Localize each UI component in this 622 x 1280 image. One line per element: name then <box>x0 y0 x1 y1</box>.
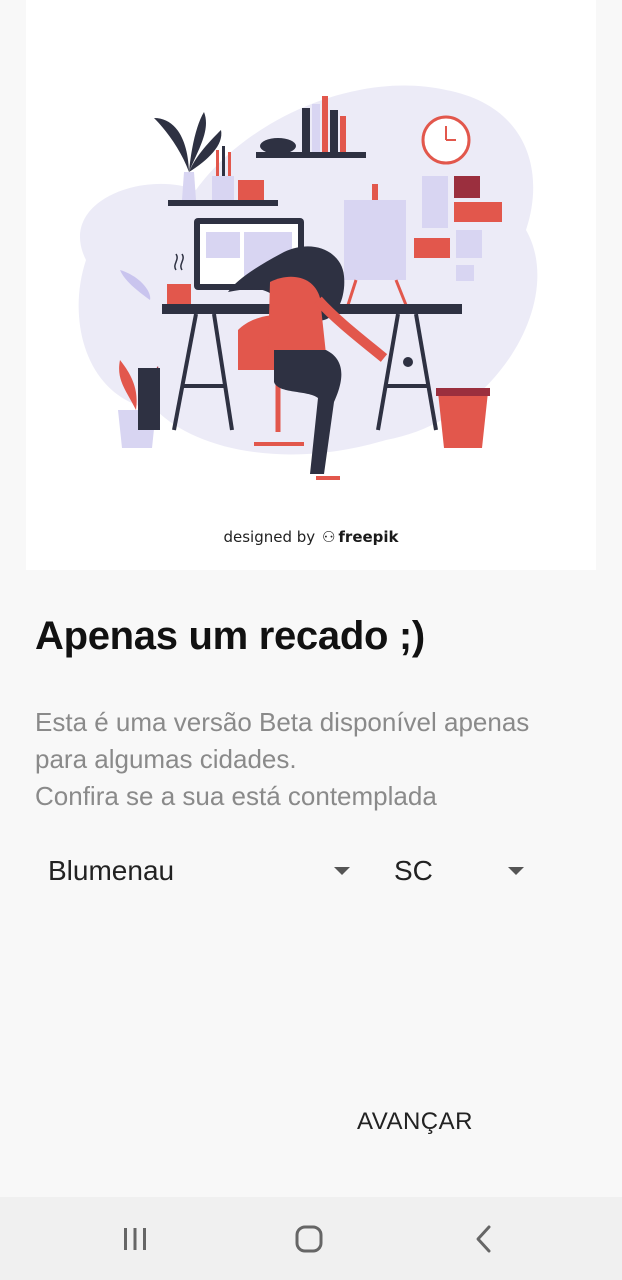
notice-description: Esta é uma versão Beta disponível apenas… <box>35 704 595 815</box>
description-line: para algumas cidades. <box>35 744 297 774</box>
dropdown-caret-icon <box>508 867 524 875</box>
description-line: Esta é uma versão Beta disponível apenas <box>35 707 530 737</box>
illustration-card: designed by ⚇ freepik <box>26 0 596 570</box>
city-select-value: Blumenau <box>48 855 175 886</box>
workspace-illustration <box>78 85 538 480</box>
description-line: Confira se a sua está contemplada <box>35 781 437 811</box>
city-select[interactable]: Blumenau <box>48 846 350 896</box>
freepik-credit: designed by ⚇ freepik <box>26 528 596 546</box>
state-select[interactable]: SC <box>394 846 524 896</box>
credit-brand: freepik <box>338 528 399 546</box>
home-icon[interactable] <box>287 1217 331 1261</box>
credit-prefix: designed by <box>223 528 316 546</box>
back-icon[interactable] <box>462 1217 506 1261</box>
recents-icon[interactable] <box>113 1217 157 1261</box>
page-title: Apenas um recado ;) <box>35 614 425 658</box>
dropdown-caret-icon <box>334 867 350 875</box>
freepik-logo-icon: ⚇ <box>321 528 336 546</box>
system-nav-bar <box>0 1197 622 1280</box>
state-select-value: SC <box>394 855 433 886</box>
next-button[interactable]: AVANÇAR <box>340 1098 490 1146</box>
